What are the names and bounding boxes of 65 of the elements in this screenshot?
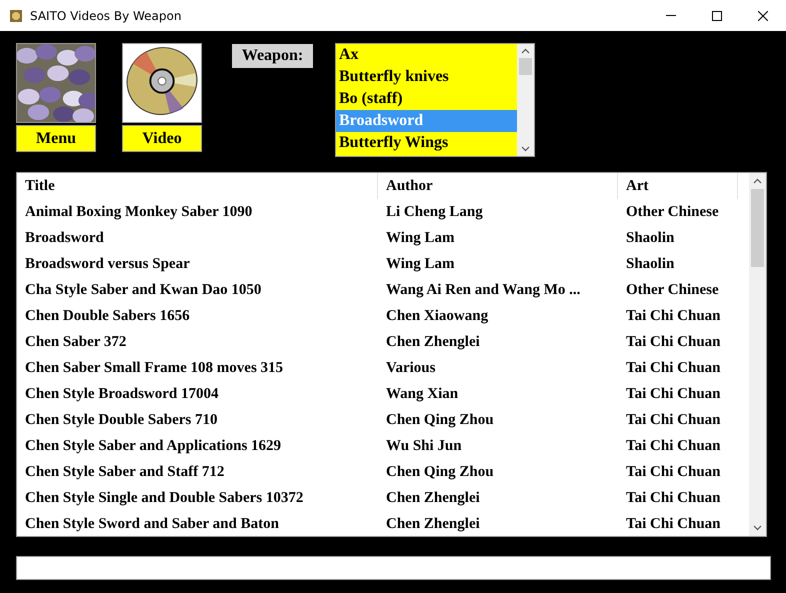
scroll-up-icon[interactable] xyxy=(753,178,762,184)
table-cell-text: Chen Qing Zhou xyxy=(385,411,495,430)
table-cell-text: Wang Xian xyxy=(385,385,460,404)
scroll-up-icon[interactable] xyxy=(521,48,530,54)
table-cell-text: Chen Double Sabers 1656 xyxy=(24,307,191,326)
scroll-thumb[interactable] xyxy=(751,189,764,267)
table-cell-text: Chen Style Saber and Applications 1629 xyxy=(24,437,282,456)
scroll-thumb[interactable] xyxy=(519,58,532,75)
table-cell-text: Tai Chi Chuan xyxy=(625,359,722,378)
weapon-listbox[interactable]: Ax Butterfly knives Bo (staff) Broadsword Butterfly Wings xyxy=(335,43,535,157)
scrollbar[interactable] xyxy=(517,44,534,156)
table-cell-text: Chen Zhenglei xyxy=(385,489,481,508)
weapon-item[interactable]: Butterfly Wings xyxy=(336,132,517,154)
table-cell-text: Li Cheng Lang xyxy=(385,203,484,222)
scroll-down-icon[interactable] xyxy=(521,146,530,152)
table-cell-text: Tai Chi Chuan xyxy=(625,333,722,352)
table-cell-text: Tai Chi Chuan xyxy=(625,385,722,404)
table-cell-text: Shaolin xyxy=(625,229,676,248)
table-cell-text: Tai Chi Chuan xyxy=(625,411,722,430)
table-cell-text: Tai Chi Chuan xyxy=(625,307,722,326)
table-cell-text: Chen Saber 372 xyxy=(24,333,128,352)
table-cell-text: Wing Lam xyxy=(385,255,456,274)
window-title: SAITO Videos By Weapon xyxy=(30,8,182,24)
table-cell-text: Chen Style Broadsword 17004 xyxy=(24,385,220,404)
close-icon xyxy=(758,10,768,20)
column-header[interactable]: Author xyxy=(378,173,618,199)
weapon-item[interactable]: Ax xyxy=(336,44,517,66)
weapon-item[interactable]: Bo (staff) xyxy=(336,88,517,110)
scroll-down-icon[interactable] xyxy=(753,525,762,531)
table-cell-text: Shaolin xyxy=(625,255,676,274)
table-cell-text: Wang Ai Ren and Wang Mo ... xyxy=(385,281,582,300)
table-cell-text: Chen Qing Zhou xyxy=(385,463,495,482)
table-cell-text: Cha Style Saber and Kwan Dao 1050 xyxy=(24,281,262,300)
table-cell-text: Chen Style Saber and Staff 712 xyxy=(24,463,226,482)
minimize-icon xyxy=(666,15,676,16)
app-icon xyxy=(9,8,23,22)
table-cell-text: Chen Style Sword and Saber and Baton xyxy=(24,515,280,534)
table-cell-text: Wu Shi Jun xyxy=(385,437,463,456)
table-cell-text: Chen Style Double Sabers 710 xyxy=(24,411,219,430)
nav-button[interactable]: Video xyxy=(122,125,202,152)
column-header[interactable]: Art xyxy=(618,173,738,199)
table-cell-text: Tai Chi Chuan xyxy=(625,515,722,534)
table-cell-text: Chen Zhenglei xyxy=(385,515,481,534)
table-cell-text: Broadsword xyxy=(24,229,105,248)
table-cell-text: Chen Zhenglei xyxy=(385,333,481,352)
input-field[interactable] xyxy=(16,556,771,580)
table-cell-text: Tai Chi Chuan xyxy=(625,463,722,482)
table-cell-text: Chen Style Single and Double Sabers 10372 xyxy=(24,489,304,508)
column-header[interactable]: Title xyxy=(17,173,378,199)
table-cell-text: Chen Xiaowang xyxy=(385,307,490,326)
scrollbar[interactable] xyxy=(749,173,766,536)
table-cell-text: Tai Chi Chuan xyxy=(625,437,722,456)
image-frame[interactable] xyxy=(122,43,202,123)
table-cell-text: Broadsword versus Spear xyxy=(24,255,191,274)
table-cell-text: Other Chinese xyxy=(625,281,720,300)
table-cell-text: Various xyxy=(385,359,436,378)
table-cell-text: Wing Lam xyxy=(385,229,456,248)
table-cell-text: Chen Saber Small Frame 108 moves 315 xyxy=(24,359,284,378)
maximize-icon xyxy=(712,10,722,20)
table-cell-text: Other Chinese xyxy=(625,203,720,222)
table-cell-text: Animal Boxing Monkey Saber 1090 xyxy=(24,203,254,222)
table-cell-text: Tai Chi Chuan xyxy=(625,489,722,508)
nav-button[interactable]: Menu xyxy=(16,125,96,152)
weapon-label: Weapon: xyxy=(232,44,313,68)
weapon-item[interactable]: Butterfly knives xyxy=(336,66,517,88)
